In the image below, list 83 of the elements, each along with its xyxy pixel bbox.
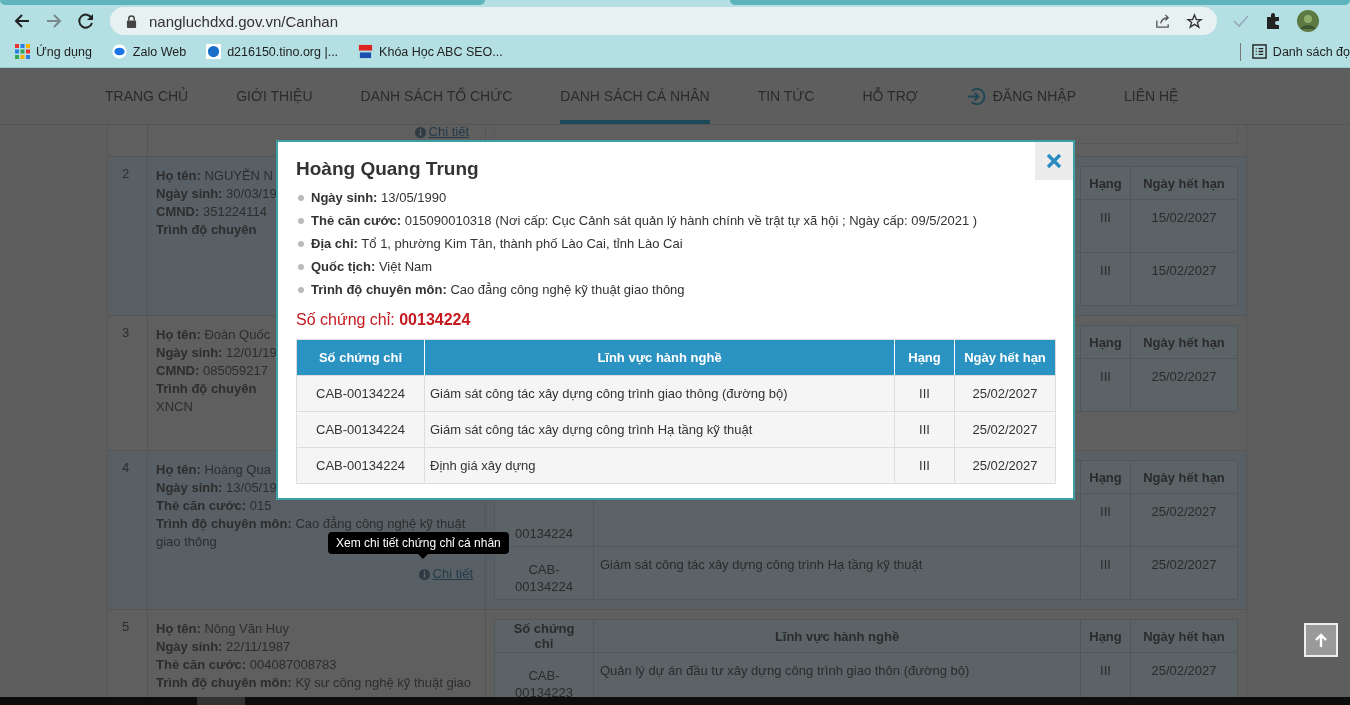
person-detail: Họ tên: NGUYỄN N <box>156 167 273 185</box>
column-header: Ngày hết hạn <box>1143 175 1225 191</box>
tooltip: Xem chi tiết chứng chỉ cá nhân <box>328 532 509 554</box>
info-icon <box>418 568 430 580</box>
share-icon[interactable] <box>1154 12 1171 30</box>
tooltip-pointer-icon <box>418 554 428 559</box>
column-header: Ngày hết hạn <box>1143 469 1225 485</box>
person-detail: Ngày sinh: 13/05/19 <box>156 479 277 497</box>
person-detail: Thẻ căn cước: 015090010318 (Nơi cấp: Cục Cảnh sát quản lý hành chính về trật tự xã hội ; Ngày cấp: 09/5/2021 ) <box>311 213 978 228</box>
practice-field: Quản lý dự án đầu tư xây dựng công trình giao thôn (đường bộ) <box>600 663 970 678</box>
person-detail: Ngày sinh: 30/03/19 <box>156 185 277 203</box>
certificate-number: CAB-00134224 <box>514 561 574 595</box>
person-detail: Quốc tịch: Việt Nam <box>311 259 433 274</box>
row-number: 2 <box>122 166 130 181</box>
person-detail: CMND: 351224114 <box>156 203 268 221</box>
column-header: Số chứng chỉ <box>512 621 576 651</box>
bookmark-link[interactable]: d216150.tino.org |... <box>206 44 339 59</box>
person-detail: Trình độ chuyên môn: Cao đẳng công nghệ kỹ thuật giao thông <box>311 282 685 297</box>
column-header: Hạng <box>1089 628 1122 644</box>
column-header: Ngày hết hạn <box>1143 334 1225 350</box>
column-header: Ngày hết hạn <box>1143 628 1225 644</box>
address-bar[interactable]: nangluchdxd.gov.vn/Canhan <box>110 7 1217 35</box>
grade-text: III <box>1100 263 1111 278</box>
bookmark-link[interactable]: Zalo Web <box>111 44 187 59</box>
grade-text: III <box>1100 557 1111 572</box>
person-detail: Địa chỉ: Tổ 1, phường Kim Tân, thành phố Lào Cai, tỉnh Lào Cai <box>311 236 683 251</box>
row-number: 4 <box>122 460 130 475</box>
expiry-date: 25/02/2027 <box>1151 557 1217 572</box>
expiry-date: 15/02/2027 <box>1151 210 1217 225</box>
column-header: Hạng <box>1089 175 1122 191</box>
close-icon <box>1046 153 1062 169</box>
grade-text: III <box>1100 504 1111 519</box>
expiry-date: 25/02/2027 <box>1151 663 1217 678</box>
column-header: Lĩnh vực hành nghề <box>774 628 900 644</box>
globe-dot-icon <box>206 44 222 59</box>
person-detail: giao thông <box>156 533 217 551</box>
site-logo-icon <box>358 44 374 59</box>
expiry-date: 25/02/2027 <box>1151 504 1217 519</box>
grade-text: III <box>1100 663 1111 678</box>
scroll-top-button[interactable] <box>1304 623 1338 657</box>
table-cell-text: CAB-00134224 <box>315 421 406 439</box>
bullet-icon <box>298 286 304 293</box>
person-detail: Trình độ chuyên môn: Cao đẳng công nghệ kỹ thuật <box>156 515 466 533</box>
lock-icon <box>126 14 137 28</box>
expiry-date: 25/02/2027 <box>1151 369 1217 384</box>
person-detail: Ngày sinh: 13/05/1990 <box>311 190 447 205</box>
star-icon[interactable] <box>1186 12 1203 30</box>
person-detail: Trình độ chuyên <box>156 221 257 239</box>
certificate-number-heading: Số chứng chỉ: 00134224 <box>296 311 472 329</box>
reload-icon[interactable] <box>76 11 96 31</box>
person-detail: Thẻ căn cước: 015 <box>156 497 272 515</box>
login-icon <box>965 85 987 107</box>
reading-list-link[interactable]: Danh sách đọ <box>1251 44 1350 59</box>
bullet-icon <box>298 194 304 201</box>
bullet-icon <box>298 217 304 224</box>
close-button[interactable] <box>1035 142 1073 180</box>
bullet-icon <box>298 240 304 247</box>
table-cell: Định giá xây dựng <box>424 448 894 483</box>
bookmark-link[interactable]: Khóa Học ABC SEO... <box>358 44 503 59</box>
list-icon <box>1251 44 1267 59</box>
grade-text: III <box>1100 369 1111 384</box>
column-header: Hạng <box>1089 469 1122 485</box>
bookmark-link[interactable]: Ứng dụng <box>15 44 92 59</box>
chat-bubble-icon <box>111 44 127 59</box>
expiry-date: 15/02/2027 <box>1151 263 1217 278</box>
table-cell: 25/02/2027 <box>954 448 1055 483</box>
dialog-title: Hoàng Quang Trung <box>296 158 480 180</box>
practice-field: Giám sát công tác xây dựng công trình Hạ tầng kỹ thuật <box>600 557 923 572</box>
url-text: nangluchdxd.gov.vn/Canhan <box>149 12 339 30</box>
arrow-up-icon <box>1313 632 1329 648</box>
column-header: Số chứng chỉ <box>317 349 404 367</box>
bullet-icon <box>298 263 304 270</box>
table-cell-text: CAB-00134224 <box>315 457 406 475</box>
column-header: Hạng <box>1089 334 1122 350</box>
detail-link[interactable]: Chi tiết <box>414 125 469 139</box>
person-detail: Họ tên: Hoàng Qua <box>156 461 271 479</box>
table-cell-text: CAB-00134224 <box>315 385 406 403</box>
profile-avatar[interactable] <box>1297 10 1319 32</box>
grade-text: III <box>1100 210 1111 225</box>
certificate-number: CAB-00134223 <box>514 667 574 697</box>
apps-grid-icon <box>15 44 30 59</box>
certificate-number: 00134224 <box>515 525 573 542</box>
table-cell: III <box>894 448 954 483</box>
